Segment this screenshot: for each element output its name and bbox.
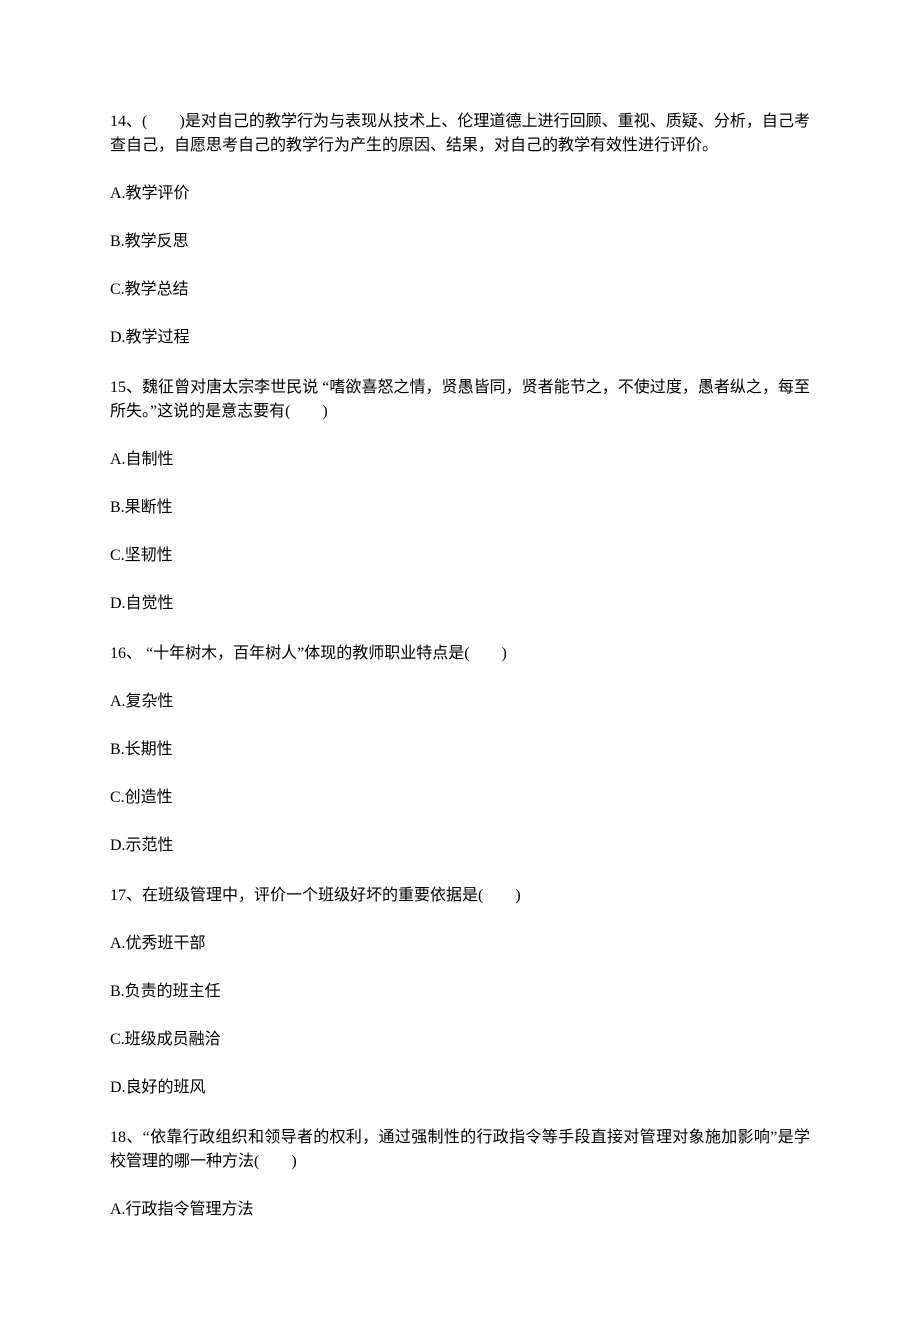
option-c: C.教学总结 [110, 278, 810, 302]
question-14: 14、( )是对自己的教学行为与表现从技术上、伦理道德上进行回顾、重视、质疑、分… [110, 110, 810, 350]
option-c: C.班级成员融洽 [110, 1028, 810, 1052]
question-stem: 14、( )是对自己的教学行为与表现从技术上、伦理道德上进行回顾、重视、质疑、分… [110, 110, 810, 158]
option-a: A.行政指令管理方法 [110, 1198, 810, 1222]
option-d: D.良好的班风 [110, 1076, 810, 1100]
question-stem: 18、“依靠行政组织和领导者的权利，通过强制性的行政指令等手段直接对管理对象施加… [110, 1126, 810, 1174]
options-list: A.教学评价 B.教学反思 C.教学总结 D.教学过程 [110, 182, 810, 350]
options-list: A.自制性 B.果断性 C.坚韧性 D.自觉性 [110, 448, 810, 616]
options-list: A.行政指令管理方法 [110, 1198, 810, 1222]
option-d: D.自觉性 [110, 592, 810, 616]
option-d: D.示范性 [110, 834, 810, 858]
option-a: A.自制性 [110, 448, 810, 472]
option-c: C.坚韧性 [110, 544, 810, 568]
question-stem: 15、魏征曾对唐太宗李世民说 “嗜欲喜怒之情，贤愚皆同，贤者能节之，不使过度，愚… [110, 376, 810, 424]
option-a: A.教学评价 [110, 182, 810, 206]
question-stem: 17、在班级管理中，评价一个班级好坏的重要依据是( ) [110, 884, 810, 908]
page: 14、( )是对自己的教学行为与表现从技术上、伦理道德上进行回顾、重视、质疑、分… [0, 0, 920, 1328]
options-list: A.优秀班干部 B.负责的班主任 C.班级成员融洽 D.良好的班风 [110, 932, 810, 1100]
option-a: A.复杂性 [110, 690, 810, 714]
question-stem: 16、 “十年树木，百年树人”体现的教师职业特点是( ) [110, 642, 810, 666]
option-d: D.教学过程 [110, 326, 810, 350]
option-c: C.创造性 [110, 786, 810, 810]
question-18: 18、“依靠行政组织和领导者的权利，通过强制性的行政指令等手段直接对管理对象施加… [110, 1126, 810, 1222]
question-17: 17、在班级管理中，评价一个班级好坏的重要依据是( ) A.优秀班干部 B.负责… [110, 884, 810, 1100]
option-b: B.果断性 [110, 496, 810, 520]
options-list: A.复杂性 B.长期性 C.创造性 D.示范性 [110, 690, 810, 858]
option-b: B.负责的班主任 [110, 980, 810, 1004]
question-15: 15、魏征曾对唐太宗李世民说 “嗜欲喜怒之情，贤愚皆同，贤者能节之，不使过度，愚… [110, 376, 810, 616]
question-16: 16、 “十年树木，百年树人”体现的教师职业特点是( ) A.复杂性 B.长期性… [110, 642, 810, 858]
option-b: B.教学反思 [110, 230, 810, 254]
option-b: B.长期性 [110, 738, 810, 762]
option-a: A.优秀班干部 [110, 932, 810, 956]
